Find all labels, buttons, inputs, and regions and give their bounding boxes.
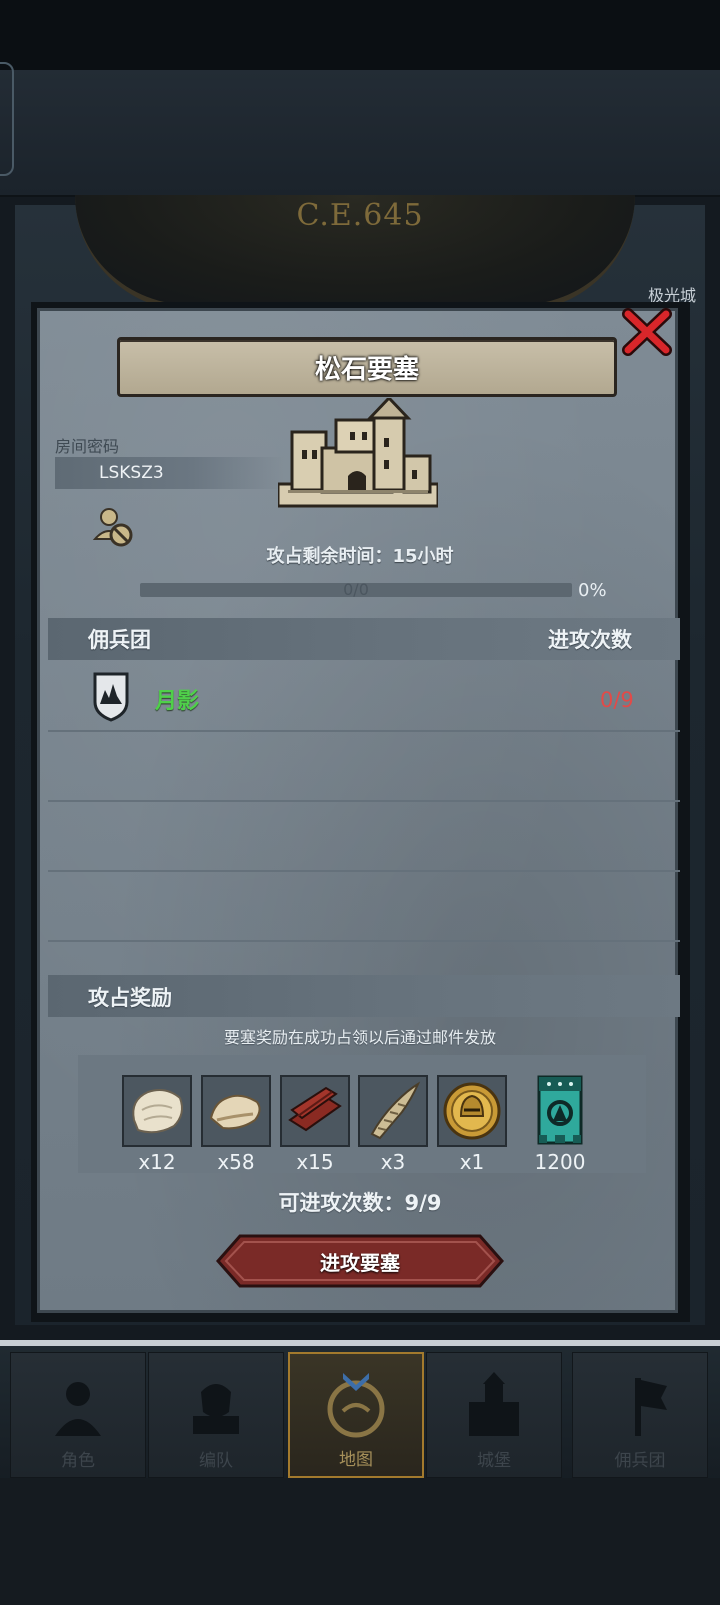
nav-label: 城堡	[477, 1451, 511, 1471]
close-button[interactable]	[620, 306, 674, 358]
close-icon	[622, 308, 672, 356]
fortress-castle-icon	[276, 395, 440, 520]
castle-icon	[469, 1372, 519, 1436]
reward-quantity: x12	[138, 1150, 176, 1174]
room-code-field[interactable]: LSKSZ3	[55, 457, 285, 489]
reward-slot[interactable]	[201, 1075, 271, 1147]
guild-name[interactable]: 月影	[155, 683, 199, 715]
attack-button-label: 进攻要塞	[320, 1250, 400, 1275]
shield-crest-icon	[93, 672, 129, 726]
progress-percent: 0%	[578, 580, 607, 601]
mercenary-icon	[635, 1378, 667, 1436]
map-icon	[327, 1373, 385, 1438]
nav-character[interactable]: 角色	[10, 1352, 146, 1478]
reward-slot[interactable]	[280, 1075, 350, 1147]
room-code-value: LSKSZ3	[99, 463, 164, 483]
bottom-area	[0, 1478, 720, 1605]
character-icon	[55, 1382, 101, 1436]
dialog-title: 松石要塞	[314, 354, 419, 385]
side-pull-tab[interactable]	[0, 62, 14, 176]
guild-banner-icon	[537, 1075, 583, 1145]
room-code-label: 房间密码	[55, 437, 120, 456]
time-remaining: 攻占剩余时间：15小时	[266, 546, 454, 567]
reward-slot[interactable]	[358, 1075, 428, 1147]
nav-label: 编队	[199, 1451, 233, 1471]
nav-label: 角色	[61, 1451, 95, 1471]
reward-quantity: 1200	[534, 1150, 586, 1174]
gold-helmet-coin-icon	[443, 1082, 501, 1140]
available-attempts: 可进攻次数：9/9	[278, 1191, 442, 1215]
row-divider	[48, 870, 680, 872]
formation-icon	[193, 1384, 239, 1434]
reward-slot[interactable]	[122, 1075, 192, 1147]
reward-slot[interactable]	[437, 1075, 507, 1147]
attacks-header-label: 进攻次数	[548, 628, 632, 652]
era-label: C.E.645	[296, 198, 424, 233]
row-divider	[48, 940, 680, 942]
hide-icon	[209, 1094, 261, 1130]
attack-fortress-button[interactable]: 进攻要塞	[216, 1234, 504, 1288]
nav-label: 佣兵团	[614, 1451, 666, 1471]
guild-attack-count: 0/9	[600, 688, 634, 712]
mercenary-header-label: 佣兵团	[88, 628, 151, 652]
title-plate: 松石要塞	[117, 337, 617, 397]
status-bar	[0, 0, 720, 70]
row-divider	[48, 730, 680, 732]
top-header	[0, 70, 720, 197]
reward-slot[interactable]	[535, 1075, 585, 1147]
nav-castle[interactable]: 城堡	[426, 1352, 562, 1478]
reward-quantity: x15	[296, 1150, 334, 1174]
wood-planks-icon	[288, 1086, 342, 1132]
reward-header-label: 攻占奖励	[88, 986, 172, 1010]
progress-count: 0/0	[343, 580, 369, 599]
reward-quantity: x1	[459, 1150, 485, 1174]
white-fur-icon	[132, 1089, 183, 1134]
nav-label: 地图	[339, 1450, 373, 1470]
reward-quantity: x3	[380, 1150, 406, 1174]
horn-icon	[370, 1081, 421, 1140]
nav-formation[interactable]: 编队	[148, 1352, 284, 1478]
reward-quantity: x58	[217, 1150, 255, 1174]
nav-map[interactable]: 地图	[288, 1352, 424, 1478]
nav-mercenary[interactable]: 佣兵团	[572, 1352, 708, 1478]
reward-notice: 要塞奖励在成功占领以后通过邮件发放	[223, 1028, 496, 1047]
row-divider	[48, 800, 680, 802]
